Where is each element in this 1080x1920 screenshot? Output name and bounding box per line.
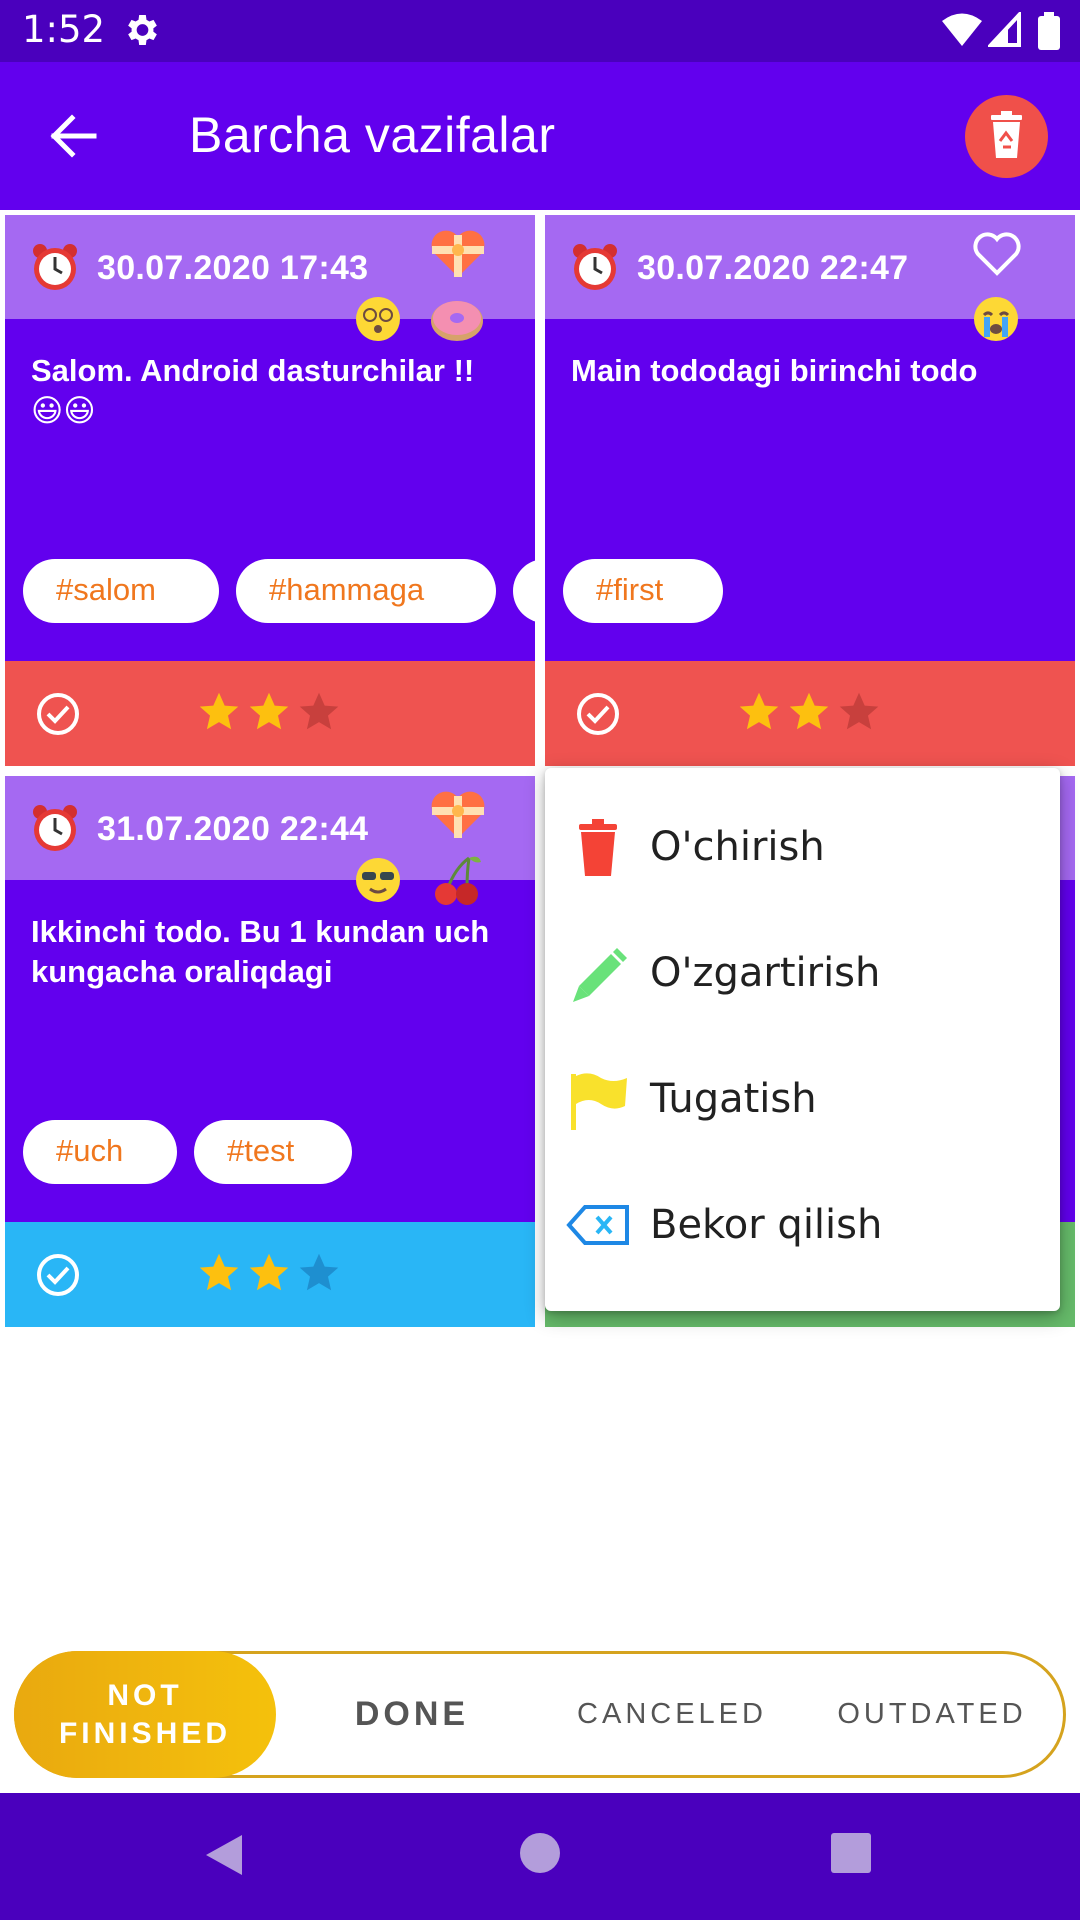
cherries-icon (435, 856, 481, 905)
card-date: 30.07.2020 22:47 (637, 249, 909, 287)
star-filled-icon (199, 1253, 239, 1291)
menu-item-label: Tugatish (650, 1076, 817, 1122)
star-empty-icon (299, 692, 339, 730)
check-circle-icon[interactable] (575, 691, 621, 737)
tab-done[interactable]: DONE (287, 1654, 537, 1775)
tag-chip[interactable]: #hammaga (236, 559, 496, 623)
tag-list: #first (563, 559, 1075, 623)
status-filter: NOT FINISHED DONE CANCELED OUTDATED (14, 1651, 1066, 1778)
card-footer (5, 661, 535, 766)
star-filled-icon (249, 1253, 289, 1291)
tab-canceled[interactable]: CANCELED (547, 1654, 797, 1775)
tab-label-line: NOT (107, 1678, 183, 1712)
menu-item-label: O'zgartirish (650, 950, 881, 996)
menu-item-finish[interactable]: Tugatish (545, 1036, 1060, 1162)
tag-list: #salom #hammaga # (23, 559, 535, 623)
menu-item-delete[interactable]: O'chirish (545, 784, 1060, 910)
recycle-bin-button[interactable] (965, 95, 1048, 178)
menu-item-label: O'chirish (650, 824, 825, 870)
menu-item-label: Bekor qilish (650, 1202, 883, 1248)
sunglasses-face-emoji-icon (356, 858, 400, 902)
star-filled-icon (249, 692, 289, 730)
tab-label: CANCELED (577, 1698, 767, 1730)
donut-icon (431, 301, 483, 341)
page-title: Barcha vazifalar (189, 107, 556, 163)
screen: 1:52 Barcha vazifalar 30.07.2020 17:43 S… (0, 0, 1080, 1920)
todo-card[interactable]: 31.07.2020 22:44 Ikkinchi todo. Bu 1 kun… (5, 776, 535, 1327)
tab-label-line: FINISHED (58, 1716, 231, 1750)
todo-card[interactable]: 30.07.2020 17:43 Salom. Android dasturch… (5, 215, 535, 766)
star-empty-icon (299, 1253, 339, 1291)
tag-chip[interactable]: #salom (23, 559, 219, 623)
todo-card[interactable]: 30.07.2020 22:47 Main tododagi birinchi … (545, 215, 1075, 766)
status-time: 1:52 (22, 8, 106, 51)
card-date: 30.07.2020 17:43 (97, 249, 369, 287)
dizzy-face-emoji-icon (356, 297, 400, 341)
tag-chip[interactable]: #uch (23, 1120, 177, 1184)
menu-item-cancel[interactable]: Bekor qilish (545, 1162, 1060, 1288)
card-text: Salom. Android dasturchilar !! 😃😃 (31, 353, 475, 428)
back-arrow-icon[interactable] (42, 104, 106, 168)
heart-gift-icon[interactable] (429, 790, 487, 840)
card-text: Ikkinchi todo. Bu 1 kundan uch kungacha … (31, 914, 490, 989)
rating-stars (737, 690, 887, 736)
tab-label: DONE (354, 1695, 470, 1733)
tab-label: OUTDATED (837, 1698, 1027, 1730)
status-bar: 1:52 (0, 0, 1080, 62)
pencil-icon (573, 948, 627, 1002)
nav-back-icon[interactable] (202, 1833, 244, 1877)
wifi-icon (942, 13, 982, 46)
card-footer (545, 661, 1075, 766)
rating-stars (197, 1251, 347, 1297)
alarm-clock-icon (33, 244, 77, 290)
rating-stars (197, 690, 347, 736)
check-circle-icon[interactable] (35, 1252, 81, 1298)
tab-outdated[interactable]: OUTDATED (807, 1654, 1057, 1775)
tag-list: #uch #test (23, 1120, 535, 1184)
battery-icon (1038, 12, 1060, 50)
heart-outline-icon[interactable] (972, 231, 1022, 277)
alarm-clock-icon (573, 244, 617, 290)
context-menu: O'chirish O'zgartirish Tugatish Bekor qi… (545, 768, 1060, 1311)
tag-chip[interactable]: #first (563, 559, 723, 623)
crying-face-emoji-icon (974, 297, 1018, 341)
card-text: Main tododagi birinchi todo (571, 353, 978, 388)
tag-chip[interactable]: # (513, 559, 535, 623)
flag-icon (571, 1073, 627, 1130)
app-bar: Barcha vazifalar (0, 62, 1080, 210)
recycle-bin-icon (991, 111, 1022, 158)
alarm-clock-icon (33, 805, 77, 851)
star-empty-icon (839, 692, 879, 730)
card-date: 31.07.2020 22:44 (97, 810, 369, 848)
heart-gift-icon[interactable] (429, 229, 487, 279)
menu-item-edit[interactable]: O'zgartirish (545, 910, 1060, 1036)
nav-home-icon[interactable] (520, 1833, 560, 1873)
signal-icon (988, 12, 1021, 47)
settings-gear-icon (128, 15, 157, 45)
tab-not-finished[interactable]: NOT FINISHED (14, 1651, 276, 1778)
star-filled-icon (739, 692, 779, 730)
card-footer (5, 1222, 535, 1327)
backspace-icon (566, 1205, 629, 1245)
star-filled-icon (789, 692, 829, 730)
navigation-bar (0, 1793, 1080, 1920)
tag-chip[interactable]: #test (194, 1120, 352, 1184)
check-circle-icon[interactable] (35, 691, 81, 737)
nav-recents-icon[interactable] (831, 1833, 871, 1873)
trash-icon (579, 819, 617, 876)
star-filled-icon (199, 692, 239, 730)
